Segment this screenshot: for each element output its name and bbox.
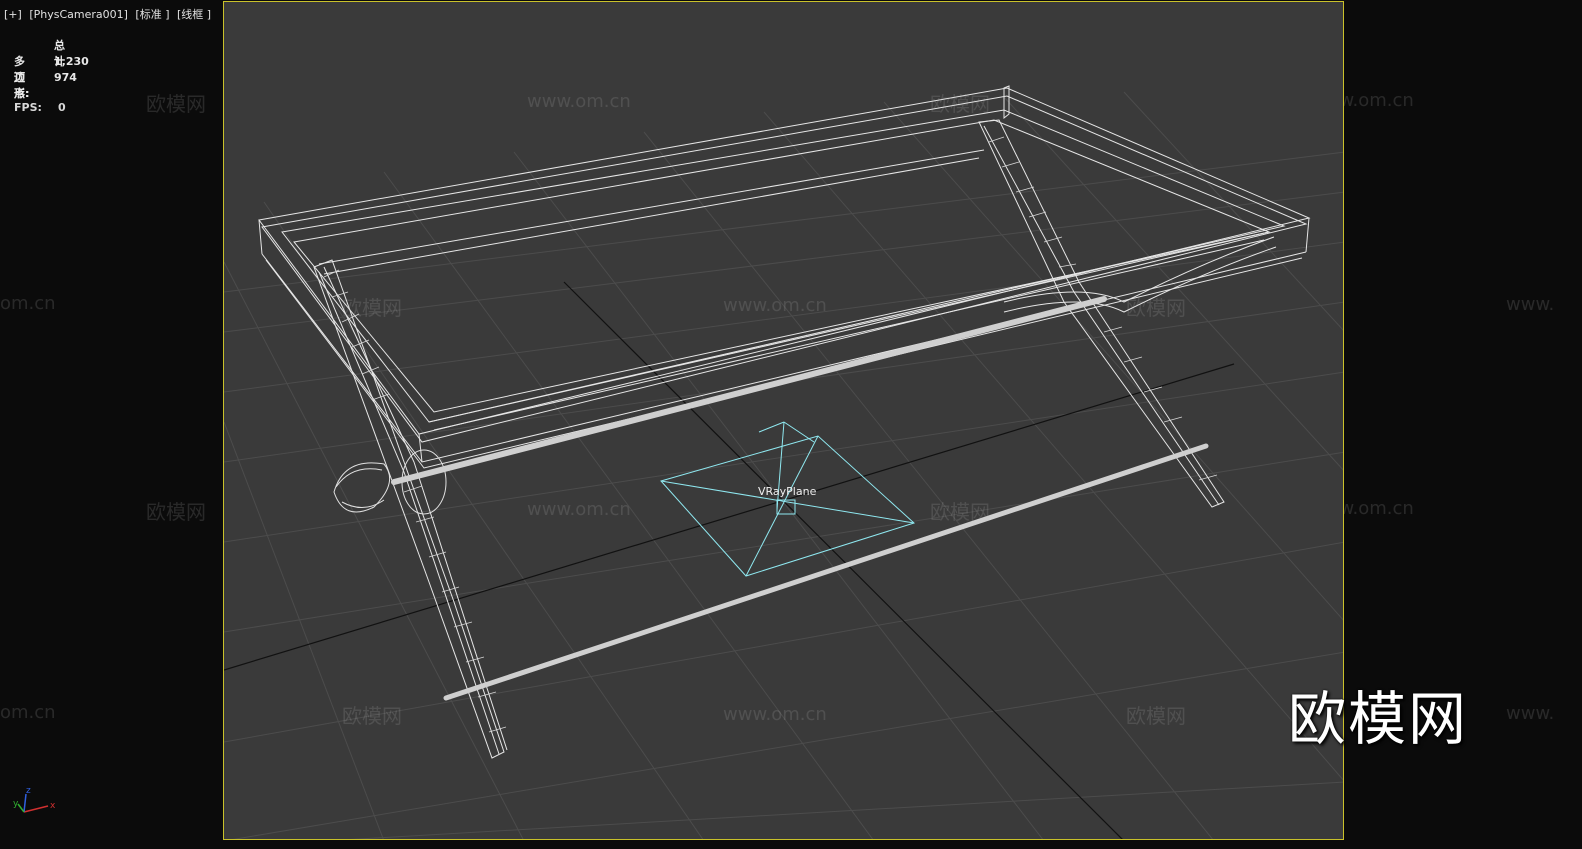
vray-plane-label: VRayPlane: [758, 485, 817, 498]
axis-tripod-icon: x z y: [13, 786, 56, 813]
axis-x-label: x: [50, 801, 56, 811]
axis-y-label: y: [13, 799, 19, 809]
stretcher-rods: [391, 296, 1209, 701]
perspective-viewport[interactable]: 欧模网 www.om.cn 欧模网 www.om.cn 欧模网 www.om.c…: [223, 1, 1344, 840]
fps-readout: FPS: 0: [14, 101, 66, 114]
axis-z-label: z: [26, 786, 31, 796]
viewport-camera-menu[interactable]: [PhysCamera001]: [29, 8, 128, 21]
vertex-count-label: 顶点:: [14, 71, 30, 100]
leg-mesh: [323, 136, 1218, 733]
leg-hub: [333, 449, 447, 515]
viewport-shading-standard-menu[interactable]: [标准 ]: [135, 8, 169, 21]
viewport-menu-plus[interactable]: [+]: [4, 8, 22, 21]
watermark-url: www.: [1506, 294, 1555, 315]
viewport-canvas[interactable]: [224, 2, 1344, 840]
vertex-count-value: 974: [54, 71, 77, 84]
polygon-count-value: 1,230: [54, 55, 89, 68]
viewport-display-mode-menu[interactable]: [线框 ]: [177, 8, 211, 21]
watermark-logo: 欧模网: [146, 92, 206, 116]
viewport-label: [+] [PhysCamera001] [标准 ] [线框 ]: [4, 6, 215, 22]
watermark-url: om.cn: [0, 293, 56, 314]
watermark-url: om.cn: [0, 702, 56, 723]
brand-logo: 欧模网: [1288, 685, 1469, 753]
fps-label: FPS:: [14, 101, 42, 114]
watermark-url: www.: [1506, 703, 1555, 724]
fps-value: 0: [58, 101, 66, 114]
watermark-logo: 欧模网: [146, 500, 206, 524]
